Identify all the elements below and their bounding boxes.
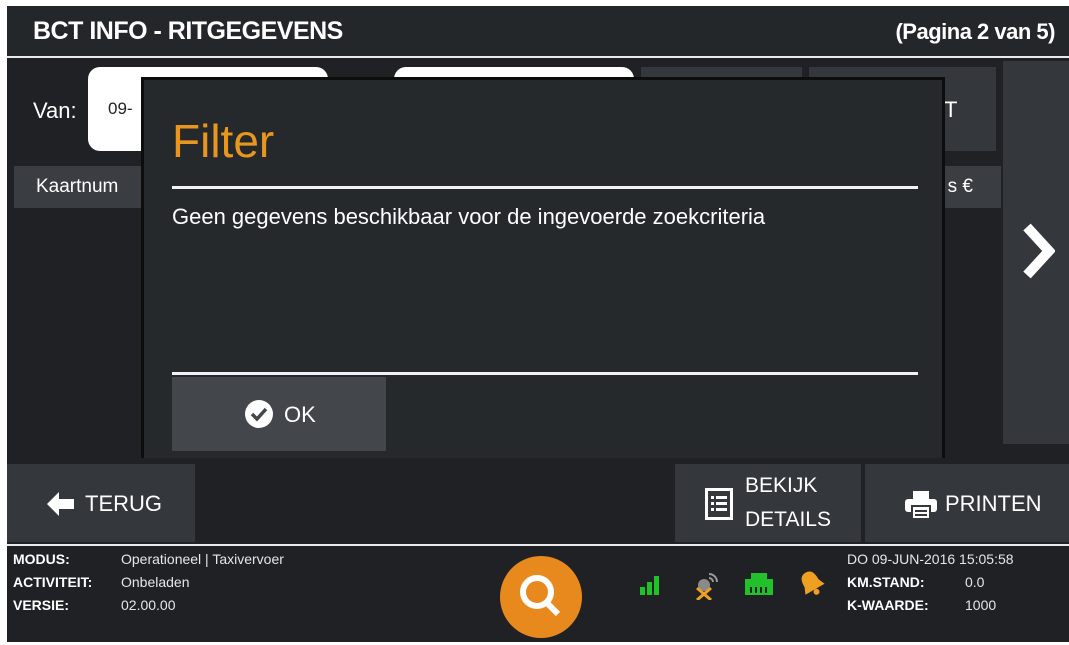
signal-icon [640,576,659,595]
dialog-divider-top [172,186,918,189]
action-bar: TERUG BEKIJK DETAILS PRINTEN [7,458,1069,542]
column-bedrag: s € [947,176,973,197]
activiteit-value: Onbeladen [121,574,190,590]
km-value: 0.0 [965,574,985,590]
list-icon [705,488,733,520]
van-label: Van: [33,98,77,123]
k-key: K-WAARDE: [847,597,929,613]
print-button-label: PRINTEN [945,491,1042,516]
arrow-left-icon [47,492,74,516]
arrow-right-icon [1023,223,1055,279]
ok-button-label: OK [284,402,316,427]
print-button[interactable]: PRINTEN [865,464,1069,542]
bell-icon [801,571,825,595]
header-bar: BCT INFO - RITGEGEVENS (Pagina 2 van 5) [7,6,1069,58]
km-key: KM.STAND: [847,574,925,590]
view-details-button[interactable]: BEKIJK DETAILS [675,464,861,542]
dialog-title: Filter [172,115,275,167]
column-kaartnummer: Kaartnum [36,176,119,197]
reset-button-label: T [944,97,958,122]
versie-key: VERSIE: [13,597,70,613]
screen: BCT INFO - RITGEGEVENS (Pagina 2 van 5) … [7,6,1069,642]
page-title: BCT INFO - RITGEGEVENS [33,17,343,45]
back-button-label: TERUG [85,491,162,516]
versie-value: 02.00.00 [121,597,176,613]
dialog-divider-bottom [172,372,918,375]
status-bar: MODUS: Operationeel | Taxivervoer ACTIVI… [7,544,1069,642]
next-page-button[interactable] [1003,61,1069,444]
printer-icon [905,491,937,519]
view-details-label-2: DETAILS [745,508,831,531]
logo-icon [500,556,582,638]
k-value: 1000 [965,597,997,613]
satellite-icon [696,573,718,600]
modus-value: Operationeel | Taxivervoer [121,551,284,567]
date-from-value: 09- [108,99,133,118]
filter-dialog: Filter Geen gegevens beschikbaar voor de… [141,77,945,464]
back-button[interactable]: TERUG [7,464,195,542]
dialog-message: Geen gegevens beschikbaar voor de ingevo… [172,204,766,229]
ok-button[interactable]: OK [172,377,386,451]
check-circle-icon [245,400,273,428]
network-icon [745,573,773,595]
datetime: DO 09-JUN-2016 15:05:58 [847,551,1014,567]
modus-key: MODUS: [13,551,70,567]
page-indicator: (Pagina 2 van 5) [895,19,1055,44]
activiteit-key: ACTIVITEIT: [13,574,93,590]
view-details-label-1: BEKIJK [745,474,818,497]
